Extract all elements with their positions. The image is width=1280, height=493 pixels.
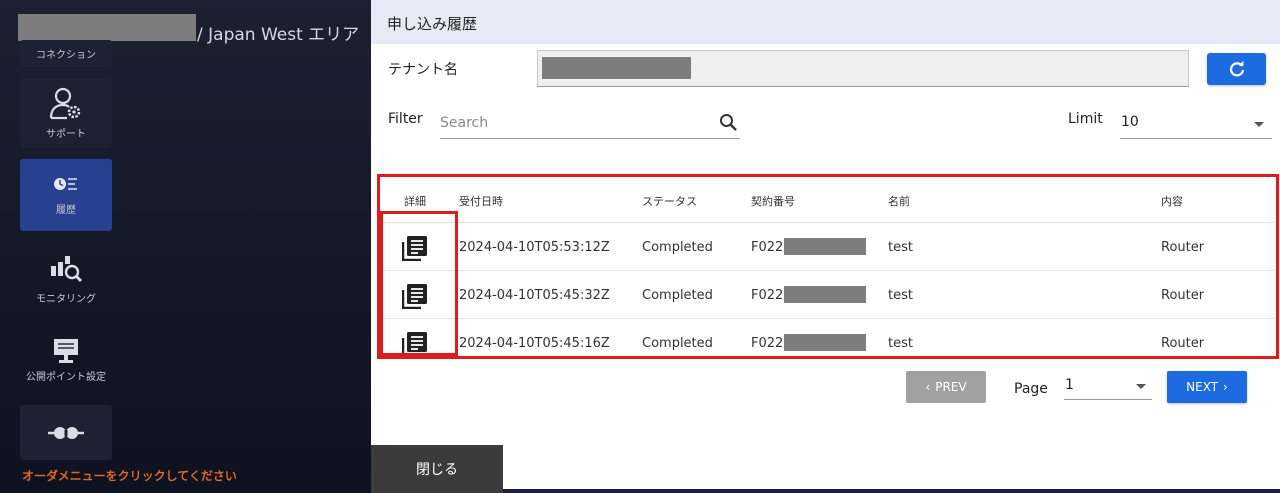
cell-content: Router bbox=[1161, 288, 1205, 303]
redacted-contract bbox=[784, 334, 867, 351]
region-title: / Japan West エリア bbox=[197, 25, 360, 45]
history-table: 詳細 受付日時 ステータス 契約番号 名前 内容 2024-04-10T05:5… bbox=[377, 174, 1279, 359]
nav-connection[interactable]: コネクション bbox=[20, 40, 112, 67]
chevron-left-icon: ‹ bbox=[925, 380, 931, 394]
refresh-button[interactable] bbox=[1207, 53, 1266, 85]
nav-public-point[interactable]: 公開ポイント設定 bbox=[20, 338, 112, 383]
tenant-name-label: テナント名 bbox=[388, 62, 458, 78]
cell-content: Router bbox=[1161, 336, 1205, 351]
contract-prefix: F022 bbox=[751, 288, 784, 303]
filter-label: Filter bbox=[388, 111, 423, 127]
nav-monitoring-label: モニタリング bbox=[36, 294, 96, 305]
cell-content: Router bbox=[1161, 240, 1205, 255]
col-detail: 詳細 bbox=[404, 195, 426, 208]
table-row: 2024-04-10T05:45:16Z Completed F022 test… bbox=[380, 319, 1276, 357]
cell-contract: F022 bbox=[751, 286, 867, 304]
nav-connection-label: コネクション bbox=[36, 50, 96, 61]
close-button[interactable]: 閉じる bbox=[371, 445, 503, 493]
cell-received: 2024-04-10T05:45:32Z bbox=[459, 288, 610, 303]
cell-name: test bbox=[888, 288, 913, 303]
dialog-titlebar: 申し込み履歴 bbox=[371, 0, 1280, 44]
monitoring-icon bbox=[51, 256, 83, 283]
nav-history-label: 履歴 bbox=[56, 204, 76, 216]
redacted-contract bbox=[784, 238, 867, 255]
nav-support-label: サポート bbox=[46, 128, 86, 140]
next-label: NEXT bbox=[1186, 380, 1219, 394]
cell-contract: F022 bbox=[751, 334, 867, 352]
redacted-tenant-name bbox=[18, 14, 196, 41]
monitor-stand-icon bbox=[54, 339, 78, 363]
order-history-dialog: 申し込み履歴 テナント名 Filter Limit 10 詳細 受付日時 ステー… bbox=[371, 0, 1280, 493]
nav-public-point-label: 公開ポイント設定 bbox=[26, 372, 106, 383]
page-value: 1 bbox=[1065, 377, 1074, 393]
history-icon bbox=[54, 177, 77, 190]
cell-received: 2024-04-10T05:45:16Z bbox=[459, 336, 610, 351]
col-contract: 契約番号 bbox=[751, 195, 795, 208]
refresh-icon bbox=[1229, 61, 1244, 77]
search-input[interactable] bbox=[440, 112, 710, 134]
limit-label: Limit bbox=[1068, 111, 1103, 127]
redacted-contract bbox=[784, 286, 867, 303]
document-detail-icon[interactable] bbox=[402, 331, 428, 357]
col-content: 内容 bbox=[1161, 195, 1183, 208]
plug-connect-icon bbox=[48, 426, 84, 439]
page-label: Page bbox=[1014, 381, 1048, 397]
tenant-name-field[interactable] bbox=[537, 50, 1189, 87]
page-select[interactable]: 1 bbox=[1064, 373, 1152, 400]
search-icon[interactable] bbox=[719, 113, 738, 132]
redacted-tenant-value bbox=[542, 57, 691, 79]
nav-order[interactable] bbox=[20, 405, 112, 460]
limit-select[interactable]: 10 bbox=[1120, 108, 1272, 139]
user-gear-icon bbox=[49, 87, 81, 119]
cell-contract: F022 bbox=[751, 238, 867, 256]
background-app: / Japan West エリア コネクション サポート 履歴 モニタリング 公… bbox=[0, 0, 372, 493]
order-menu-hint: オーダメニューをクリックしてください bbox=[22, 469, 237, 483]
chevron-down-icon bbox=[1254, 122, 1264, 127]
col-status: ステータス bbox=[642, 195, 697, 208]
cell-name: test bbox=[888, 336, 913, 351]
chevron-right-icon: › bbox=[1223, 380, 1228, 394]
col-received: 受付日時 bbox=[459, 195, 503, 208]
bottom-strip bbox=[503, 489, 1280, 493]
nav-monitoring[interactable]: モニタリング bbox=[20, 254, 112, 305]
background-header: / Japan West エリア bbox=[0, 0, 372, 45]
prev-button[interactable]: ‹ PREV bbox=[906, 371, 986, 403]
cell-received: 2024-04-10T05:53:12Z bbox=[459, 240, 610, 255]
chevron-down-icon bbox=[1136, 384, 1146, 389]
table-row: 2024-04-10T05:45:32Z Completed F022 test… bbox=[380, 271, 1276, 319]
cell-status: Completed bbox=[642, 336, 713, 351]
dialog-title: 申し込み履歴 bbox=[387, 15, 478, 33]
prev-label: PREV bbox=[935, 380, 967, 394]
table-row: 2024-04-10T05:53:12Z Completed F022 test… bbox=[380, 223, 1276, 271]
col-name: 名前 bbox=[888, 195, 910, 208]
limit-value: 10 bbox=[1121, 114, 1139, 130]
document-detail-icon[interactable] bbox=[402, 283, 428, 309]
document-detail-icon[interactable] bbox=[402, 235, 428, 261]
table-header: 詳細 受付日時 ステータス 契約番号 名前 内容 bbox=[380, 177, 1276, 223]
cell-status: Completed bbox=[642, 288, 713, 303]
cell-status: Completed bbox=[642, 240, 713, 255]
nav-support[interactable]: サポート bbox=[20, 78, 112, 148]
contract-prefix: F022 bbox=[751, 240, 784, 255]
cell-name: test bbox=[888, 240, 913, 255]
next-button[interactable]: NEXT › bbox=[1167, 371, 1247, 403]
nav-history[interactable]: 履歴 bbox=[20, 159, 112, 231]
contract-prefix: F022 bbox=[751, 336, 784, 351]
close-label: 閉じる bbox=[416, 462, 458, 478]
search-field bbox=[440, 108, 740, 139]
